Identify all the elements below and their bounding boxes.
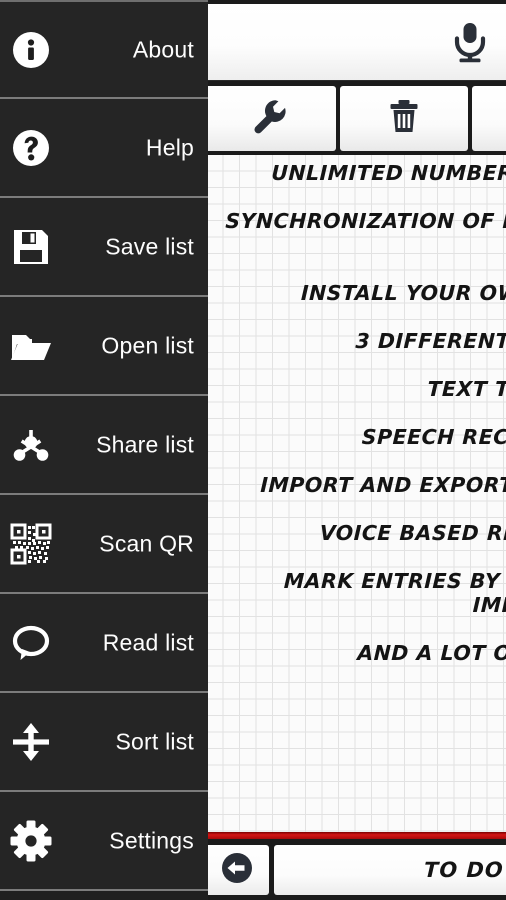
- list-item[interactable]: SYNCHRONIZATION OF LISTS AND TASKS: [208, 209, 506, 257]
- sidebar-item-help[interactable]: Help: [0, 99, 208, 198]
- sidebar-item-save-list[interactable]: Save list: [0, 198, 208, 297]
- new-entry-bar[interactable]: [204, 4, 506, 80]
- question-circle-icon: [6, 123, 56, 173]
- sidebar-item-open-list[interactable]: Open list: [0, 297, 208, 396]
- sidebar-item-about[interactable]: About: [0, 0, 208, 99]
- list-item[interactable]: 3 DIFFERENT WIDGETS: [208, 329, 506, 353]
- list-item[interactable]: AND A LOT OF MORE...: [208, 641, 506, 665]
- qr-code-icon: [6, 519, 56, 569]
- sidebar-item-read-list[interactable]: Read list: [0, 594, 208, 693]
- wrench-icon: [251, 97, 289, 140]
- sidebar-item-label: Help: [145, 134, 194, 160]
- delete-button[interactable]: [340, 86, 468, 151]
- settings-tools-button[interactable]: [204, 86, 336, 151]
- list-item[interactable]: VOICE BASED REMINDERS: [208, 521, 506, 545]
- speech-bubble-icon: [6, 618, 56, 668]
- list-item[interactable]: TEXT TO SPEECH: [208, 377, 506, 401]
- sidebar-item-scan-qr[interactable]: Scan QR: [0, 495, 208, 594]
- sidebar-item-label: Sort list: [115, 728, 194, 754]
- floppy-disk-icon: [6, 222, 56, 272]
- main-panel: UNLIMITED NUMBER OF LISTS SYNCHRONIZATIO…: [204, 0, 506, 900]
- app-root: About Help Save list Open list Share lis…: [0, 0, 506, 900]
- sidebar-item-label: About: [132, 36, 194, 62]
- sidebar-item-share-list[interactable]: Share list: [0, 396, 208, 495]
- list-item[interactable]: IMPORT AND EXPORT OF LISTS: [208, 473, 506, 497]
- gear-icon: [6, 816, 56, 866]
- sidebar-item-label: Save list: [105, 233, 194, 259]
- share-nodes-icon: [6, 420, 56, 470]
- sidebar-item-label: Open list: [101, 332, 194, 358]
- info-circle-icon: [6, 25, 56, 75]
- action-toolbar: [204, 86, 506, 151]
- sidebar-item-label: Read list: [102, 629, 194, 655]
- sidebar-item-settings[interactable]: Settings: [0, 792, 208, 891]
- toolbar-overflow-button[interactable]: [472, 86, 506, 151]
- list-lines: UNLIMITED NUMBER OF LISTS SYNCHRONIZATIO…: [208, 161, 506, 689]
- microphone-icon[interactable]: [442, 14, 498, 70]
- list-name-field[interactable]: TO DO: [274, 845, 506, 895]
- trash-icon: [385, 97, 423, 140]
- list-item[interactable]: MARK ENTRIES BY COLOR OF IMPORTANCE: [208, 569, 506, 617]
- list-item[interactable]: UNLIMITED NUMBER OF LISTS: [208, 161, 506, 185]
- red-divider: [208, 832, 506, 839]
- sidebar-item-label: Scan QR: [99, 530, 194, 556]
- list-name-value: TO DO: [423, 858, 505, 882]
- sidebar-item-sort-list[interactable]: Sort list: [0, 693, 208, 792]
- bottom-bar: TO DO: [204, 845, 506, 895]
- list-item[interactable]: INSTALL YOUR OWN THEME: [208, 281, 506, 305]
- list-item[interactable]: SPEECH RECOGNITION: [208, 425, 506, 449]
- sort-updown-icon: [6, 717, 56, 767]
- sidebar-item-label: Settings: [109, 827, 194, 853]
- folder-icon: [6, 321, 56, 371]
- list-paper-area[interactable]: UNLIMITED NUMBER OF LISTS SYNCHRONIZATIO…: [208, 155, 506, 832]
- back-arrow-circle-icon: [219, 850, 255, 891]
- navigation-drawer: About Help Save list Open list Share lis…: [0, 0, 208, 900]
- back-button[interactable]: [204, 845, 269, 895]
- sidebar-item-label: Share list: [96, 431, 194, 457]
